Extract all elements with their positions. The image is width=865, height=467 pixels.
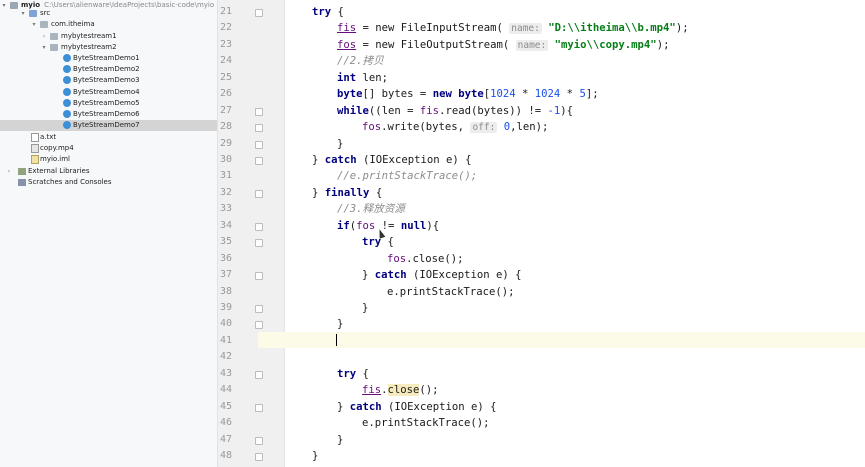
code-line: fos = new FileOutputStream( name: "myio\… [337,39,670,51]
code-line: e.printStackTrace(); [362,417,490,429]
fold-marker-icon[interactable] [255,108,263,116]
code-line: } catch (IOException e) { [337,401,497,413]
editor-gutter [218,0,284,467]
line-number: 34 [219,220,232,231]
line-number: 26 [219,88,232,99]
line-number: 40 [219,318,232,329]
line-number: 28 [219,121,232,132]
line-number: 44 [219,384,232,395]
code-line: e.printStackTrace(); [387,286,515,298]
fold-marker-icon[interactable] [255,9,263,17]
project-tree-panel: ▾ myio C:\Users\alienware\IdeaProjects\ba… [0,0,218,467]
line-number: 42 [219,351,232,362]
code-line: if(fos != null){ [337,220,440,232]
fold-marker-icon[interactable] [255,453,263,461]
fold-marker-icon[interactable] [255,321,263,329]
fold-marker-icon[interactable] [255,157,263,165]
line-number: 32 [219,187,232,198]
line-number: 33 [219,203,232,214]
line-number: 25 [219,72,232,83]
code-line: } [362,302,369,314]
line-number: 41 [219,335,232,346]
code-line: } [312,450,319,462]
param-hint: name: [509,23,542,34]
code-editor[interactable]: try { fis = new FileInputStream( name: "… [285,0,865,467]
code-line: } [337,138,344,150]
code-line: } catch (IOException e) { [312,154,472,166]
fold-marker-icon[interactable] [255,141,263,149]
line-number: 39 [219,302,232,313]
code-line: //e.printStackTrace(); [337,170,478,182]
line-number: 23 [219,39,232,50]
line-number: 35 [219,236,232,247]
code-line: } catch (IOException e) { [362,269,522,281]
code-line: } [337,318,344,330]
line-number: 48 [219,450,232,461]
code-line: //3.释放资源 [337,203,405,215]
code-line: try { [312,6,344,18]
code-line: byte[] bytes = new byte[1024 * 1024 * 5]… [337,88,599,100]
code-line: int len; [337,72,389,84]
code-line: fos.write(bytes, off: 0,len); [362,121,549,133]
code-line: try { [337,368,369,380]
fold-marker-icon[interactable] [255,239,263,247]
code-line: } finally { [312,187,383,199]
code-line: } [337,434,344,446]
code-line: while((len = fis.read(bytes)) != -1){ [337,105,574,117]
line-number: 38 [219,286,232,297]
line-number: 31 [219,170,232,181]
fold-marker-icon[interactable] [255,124,263,132]
text-caret [336,334,337,346]
line-number: 22 [219,22,232,33]
line-number: 37 [219,269,232,280]
fold-marker-icon[interactable] [255,223,263,231]
line-number: 29 [219,138,232,149]
line-number: 30 [219,154,232,165]
fold-marker-icon[interactable] [255,305,263,313]
line-number: 43 [219,368,232,379]
fold-marker-icon[interactable] [255,190,263,198]
line-number: 36 [219,253,232,264]
line-number: 27 [219,105,232,116]
code-line: fos.close(); [387,253,464,265]
fold-marker-icon[interactable] [255,437,263,445]
fold-marker-icon[interactable] [255,371,263,379]
param-hint: name: [515,40,549,51]
code-line: //2.拷贝 [337,55,384,67]
fold-marker-icon[interactable] [255,404,263,412]
line-number: 47 [219,434,232,445]
fold-marker-icon[interactable] [255,272,263,280]
line-number: 45 [219,401,232,412]
code-line: fis.close(); [362,384,439,396]
param-hint: off: [470,122,498,133]
code-line: fis = new FileInputStream( name: "D:\\it… [337,22,689,34]
line-number: 46 [219,417,232,428]
line-number: 21 [219,6,232,17]
line-number: 24 [219,55,232,66]
